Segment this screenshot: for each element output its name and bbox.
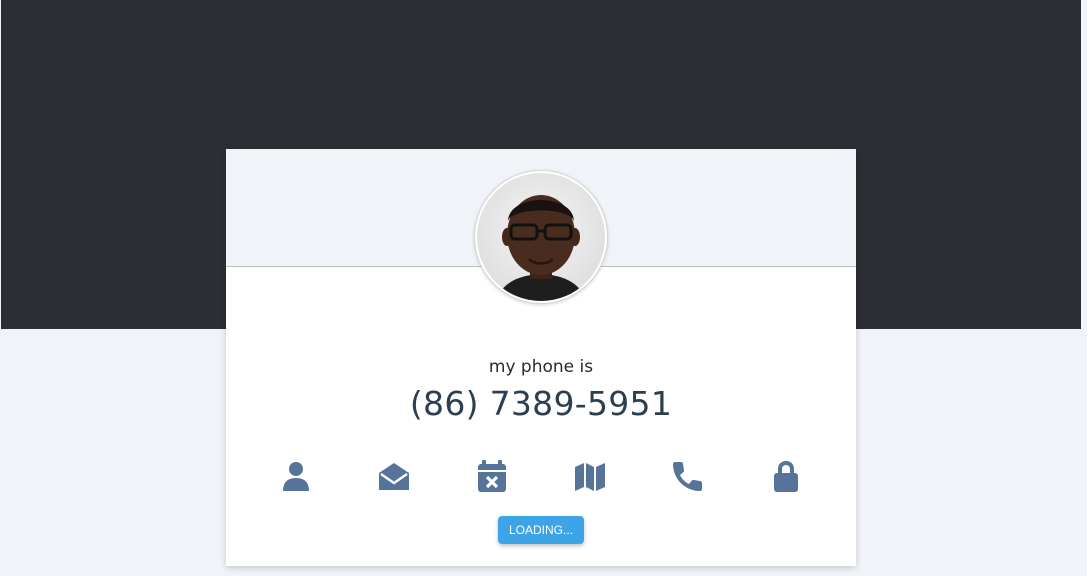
phone-number: (86) 7389-5951 xyxy=(409,384,673,423)
map-icon[interactable] xyxy=(573,459,607,493)
lock-icon[interactable] xyxy=(769,459,803,493)
info-icon-row xyxy=(226,459,856,493)
avatar xyxy=(475,171,607,303)
avatar-photo xyxy=(477,173,605,301)
phone-caption: my phone is xyxy=(488,357,594,377)
calendar-x-icon[interactable] xyxy=(475,459,509,493)
phone-icon[interactable] xyxy=(671,459,705,493)
user-card: my phone is (86) 7389-5951 LOADING... xyxy=(226,149,856,566)
loading-button[interactable]: LOADING... xyxy=(498,516,584,544)
envelope-open-icon[interactable] xyxy=(377,459,411,493)
user-icon[interactable] xyxy=(279,459,313,493)
